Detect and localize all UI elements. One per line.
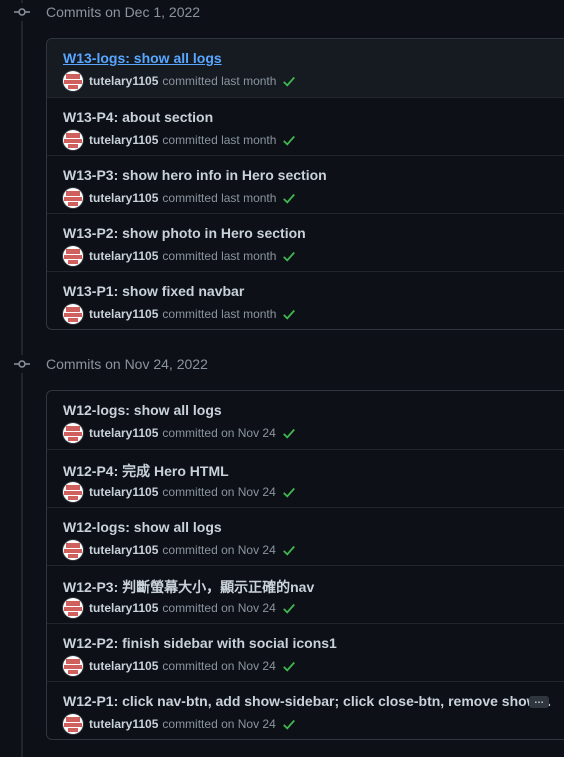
check-icon[interactable] xyxy=(282,426,296,440)
commit-row: W12-P1: click nav-btn, add show-sidebar;… xyxy=(47,681,564,739)
check-icon[interactable] xyxy=(282,717,296,731)
commit-row: W13-P4: about section tutelary1105 commi… xyxy=(47,97,564,155)
check-icon[interactable] xyxy=(282,191,296,205)
commit-message-link[interactable]: W13-logs: show all logs xyxy=(63,50,222,66)
commit-row: W13-logs: show all logs tutelary1105 com… xyxy=(47,39,564,97)
expand-message-button[interactable]: … xyxy=(529,696,549,708)
commit-message-link[interactable]: W12-P2: finish sidebar with social icons… xyxy=(63,635,337,651)
git-commit-icon xyxy=(13,3,31,21)
avatar[interactable] xyxy=(63,540,83,560)
group-title: Commits on Nov 24, 2022 xyxy=(46,356,208,372)
avatar[interactable] xyxy=(63,130,83,150)
commit-row: W13-P1: show fixed navbar tutelary1105 c… xyxy=(47,271,564,329)
commit-author[interactable]: tutelary1105 xyxy=(89,659,158,673)
commit-message-link[interactable]: W12-P3: 判斷螢幕大小，顯示正確的nav xyxy=(63,577,314,597)
commit-time: committed on Nov 24 xyxy=(162,659,276,673)
avatar[interactable] xyxy=(63,714,83,734)
avatar[interactable] xyxy=(63,71,83,91)
commit-message-link[interactable]: W13-P1: show fixed navbar xyxy=(63,283,244,299)
commit-time: committed on Nov 24 xyxy=(162,543,276,557)
commit-row: W12-P3: 判斷螢幕大小，顯示正確的nav tutelary1105 com… xyxy=(47,565,564,623)
commit-time: committed last month xyxy=(162,133,277,147)
commit-message-link[interactable]: W12-P4: 完成 Hero HTML xyxy=(63,461,229,481)
commit-time: committed last month xyxy=(162,74,277,88)
commit-message-link[interactable]: W12-P1: click nav-btn, add show-sidebar;… xyxy=(63,693,552,709)
commit-author[interactable]: tutelary1105 xyxy=(89,485,158,499)
check-icon[interactable] xyxy=(282,249,296,263)
commit-row: W12-P2: finish sidebar with social icons… xyxy=(47,623,564,681)
commit-message-link[interactable]: W13-P2: show photo in Hero section xyxy=(63,225,306,241)
avatar[interactable] xyxy=(63,304,83,324)
commit-time: committed last month xyxy=(162,191,277,205)
avatar[interactable] xyxy=(63,246,83,266)
commit-time: committed on Nov 24 xyxy=(162,426,276,440)
commit-row: W13-P3: show hero info in Hero section t… xyxy=(47,155,564,213)
commit-author[interactable]: tutelary1105 xyxy=(89,426,158,440)
commit-message-link[interactable]: W12-logs: show all logs xyxy=(63,402,222,418)
check-icon[interactable] xyxy=(282,543,296,557)
avatar[interactable] xyxy=(63,656,83,676)
commit-time: committed on Nov 24 xyxy=(162,601,276,615)
commit-time: committed last month xyxy=(162,249,277,263)
commit-author[interactable]: tutelary1105 xyxy=(89,191,158,205)
commit-author[interactable]: tutelary1105 xyxy=(89,74,158,88)
commit-row: W13-P2: show photo in Hero section tutel… xyxy=(47,213,564,271)
avatar[interactable] xyxy=(63,598,83,618)
check-icon[interactable] xyxy=(282,485,296,499)
commit-author[interactable]: tutelary1105 xyxy=(89,601,158,615)
check-icon[interactable] xyxy=(282,307,296,321)
commit-row: W12-logs: show all logs tutelary1105 com… xyxy=(47,391,564,449)
timeline-line xyxy=(21,0,23,757)
check-icon[interactable] xyxy=(282,133,296,147)
group-title: Commits on Dec 1, 2022 xyxy=(46,4,201,20)
commit-time: committed last month xyxy=(162,307,277,321)
commit-author[interactable]: tutelary1105 xyxy=(89,249,158,263)
commit-row: W12-P4: 完成 Hero HTML tutelary1105 commit… xyxy=(47,449,564,507)
commit-author[interactable]: tutelary1105 xyxy=(89,543,158,557)
git-commit-icon xyxy=(13,355,31,373)
check-icon[interactable] xyxy=(282,659,296,673)
commit-row: W12-logs: show all logs tutelary1105 com… xyxy=(47,507,564,565)
avatar[interactable] xyxy=(63,188,83,208)
commit-author[interactable]: tutelary1105 xyxy=(89,133,158,147)
avatar[interactable] xyxy=(63,482,83,502)
commit-time: committed on Nov 24 xyxy=(162,485,276,499)
check-icon[interactable] xyxy=(282,601,296,615)
commit-message-link[interactable]: W13-P4: about section xyxy=(63,109,213,125)
commit-time: committed on Nov 24 xyxy=(162,717,276,731)
commit-author[interactable]: tutelary1105 xyxy=(89,307,158,321)
commit-message-link[interactable]: W12-logs: show all logs xyxy=(63,519,222,535)
commit-list: W12-logs: show all logs tutelary1105 com… xyxy=(46,390,564,740)
commit-author[interactable]: tutelary1105 xyxy=(89,717,158,731)
commit-list: W13-logs: show all logs tutelary1105 com… xyxy=(46,38,564,330)
check-icon[interactable] xyxy=(282,74,296,88)
avatar[interactable] xyxy=(63,423,83,443)
commit-message-link[interactable]: W13-P3: show hero info in Hero section xyxy=(63,167,327,183)
